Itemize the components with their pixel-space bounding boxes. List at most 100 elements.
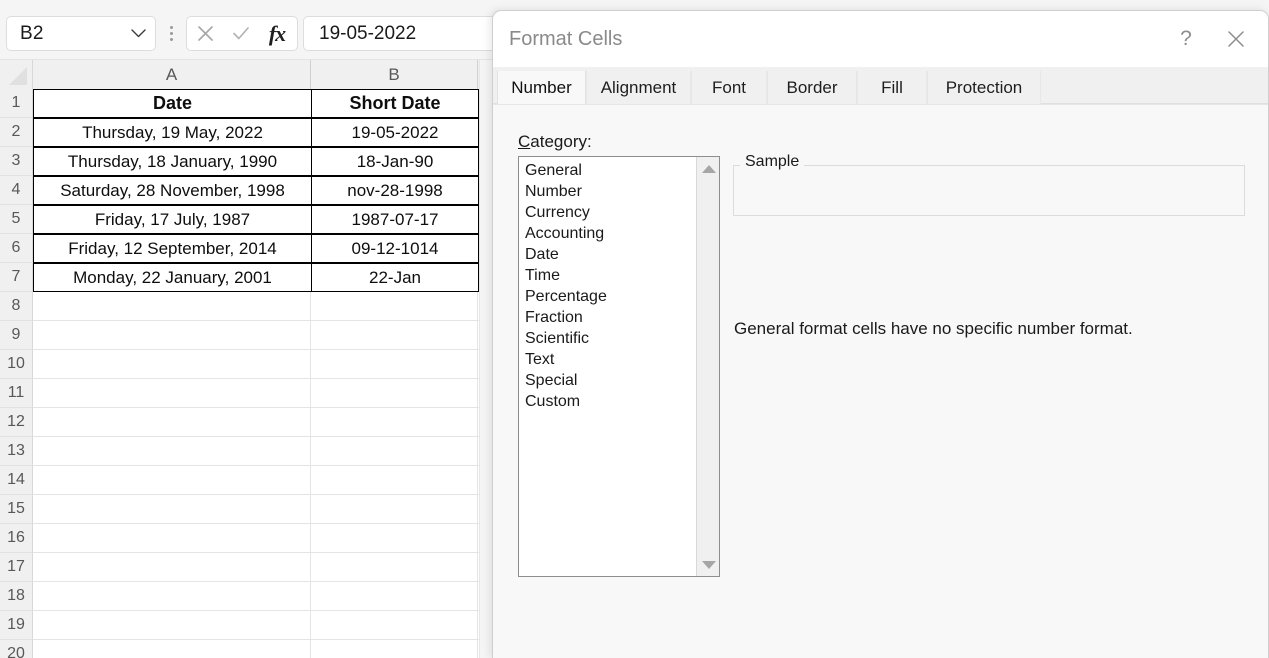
table-cell[interactable]: Friday, 12 September, 2014 [33,234,312,263]
table-cell[interactable]: nov-28-1998 [311,176,479,205]
kebab-menu-icon[interactable] [160,16,182,51]
grid-cell[interactable] [311,437,478,466]
column-header-B[interactable]: B [311,60,478,89]
table-cell[interactable]: Saturday, 28 November, 1998 [33,176,312,205]
category-item-currency[interactable]: Currency [519,202,699,223]
grid-cell[interactable] [311,321,478,350]
row-header-5[interactable]: 5 [0,205,33,234]
row-header-12[interactable]: 12 [0,408,33,437]
close-x-icon[interactable] [1214,23,1258,55]
grid-cell[interactable] [33,640,311,658]
row-header-18[interactable]: 18 [0,582,33,611]
grid-cell[interactable] [33,350,311,379]
select-all-corner[interactable] [0,60,33,89]
table-cell[interactable]: 19-05-2022 [311,118,479,147]
grid-cell[interactable] [33,379,311,408]
table-cell[interactable]: Monday, 22 January, 2001 [33,263,312,292]
grid-cell[interactable] [33,495,311,524]
row-header-16[interactable]: 16 [0,524,33,553]
sheet-vertical-scrollbar[interactable] [479,60,492,658]
table-cell[interactable]: 18-Jan-90 [311,147,479,176]
name-box[interactable]: B2 [6,16,156,51]
row-header-1[interactable]: 1 [0,89,33,118]
row-header-13[interactable]: 13 [0,437,33,466]
grid-cell[interactable] [311,611,478,640]
help-button[interactable]: ? [1164,23,1208,55]
tab-font[interactable]: Font [691,71,767,104]
grid-cell[interactable] [311,379,478,408]
table-cell[interactable]: Friday, 17 July, 1987 [33,205,312,234]
table-cell[interactable]: 1987-07-17 [311,205,479,234]
row-header-15[interactable]: 15 [0,495,33,524]
row-header-2[interactable]: 2 [0,118,33,147]
grid-cell[interactable] [311,524,478,553]
grid-cell[interactable] [33,611,311,640]
cancel-x-icon[interactable] [187,17,223,50]
format-cells-dialog: Format Cells ? Number Alignment Font Border… [492,10,1269,658]
category-label: Category: [518,132,592,152]
category-item-custom[interactable]: Custom [519,391,699,412]
category-label-rest: ategory: [530,132,592,151]
category-item-date[interactable]: Date [519,244,699,265]
grid-cell[interactable] [311,350,478,379]
scroll-up-arrow-icon[interactable] [697,159,719,178]
dialog-titlebar[interactable]: Format Cells ? [493,11,1268,67]
category-item-accounting[interactable]: Accounting [519,223,699,244]
table-cell[interactable]: 22-Jan [311,263,479,292]
check-icon[interactable] [223,17,259,50]
category-listbox[interactable]: General Number Currency Accounting Date Time P… [518,156,720,577]
fx-glyph: fx [268,20,286,46]
row-header-10[interactable]: 10 [0,350,33,379]
chevron-down-icon[interactable] [129,17,155,50]
grid-cell[interactable] [311,582,478,611]
tab-protection[interactable]: Protection [927,71,1041,104]
grid-cell[interactable] [33,408,311,437]
category-item-general[interactable]: General [519,160,699,181]
tab-number[interactable]: Number [497,71,586,104]
table-header-cell[interactable]: Short Date [311,89,479,118]
tab-fill[interactable]: Fill [857,71,927,104]
grid-cell[interactable] [311,292,478,321]
row-header-8[interactable]: 8 [0,292,33,321]
row-header-20[interactable]: 20 [0,640,33,658]
spreadsheet-grid: AB 1 2 3 4 5 6 7 8 9 10 11 12 13 14 15 16 17 18 19 20 Date S… [0,60,492,658]
row-header-19[interactable]: 19 [0,611,33,640]
row-header-7[interactable]: 7 [0,263,33,292]
row-header-17[interactable]: 17 [0,553,33,582]
grid-cell[interactable] [33,292,311,321]
grid-cell[interactable] [33,524,311,553]
row-header-3[interactable]: 3 [0,147,33,176]
tab-alignment[interactable]: Alignment [586,71,691,104]
grid-cell[interactable] [33,553,311,582]
column-header-A[interactable]: A [33,60,311,89]
row-header-11[interactable]: 11 [0,379,33,408]
grid-cell[interactable] [311,640,478,658]
grid-cell[interactable] [311,408,478,437]
scroll-down-arrow-icon[interactable] [697,555,719,574]
grid-cell[interactable] [311,495,478,524]
category-item-text[interactable]: Text [519,349,699,370]
grid-cell[interactable] [33,582,311,611]
table-cell[interactable]: Thursday, 19 May, 2022 [33,118,312,147]
grid-cell[interactable] [33,321,311,350]
grid-cell[interactable] [33,437,311,466]
category-item-number[interactable]: Number [519,181,699,202]
category-item-scientific[interactable]: Scientific [519,328,699,349]
table-header-cell[interactable]: Date [33,89,312,118]
category-item-fraction[interactable]: Fraction [519,307,699,328]
grid-cell[interactable] [33,466,311,495]
row-header-6[interactable]: 6 [0,234,33,263]
row-header-4[interactable]: 4 [0,176,33,205]
category-item-percentage[interactable]: Percentage [519,286,699,307]
table-cell[interactable]: Thursday, 18 January, 1990 [33,147,312,176]
tab-border[interactable]: Border [767,71,857,104]
table-cell[interactable]: 09-12-1014 [311,234,479,263]
insert-function-icon[interactable]: fx [259,17,295,50]
category-item-time[interactable]: Time [519,265,699,286]
category-item-special[interactable]: Special [519,370,699,391]
grid-cell[interactable] [311,553,478,582]
category-scrollbar[interactable] [696,157,719,576]
row-header-9[interactable]: 9 [0,321,33,350]
grid-cell[interactable] [311,466,478,495]
row-header-14[interactable]: 14 [0,466,33,495]
